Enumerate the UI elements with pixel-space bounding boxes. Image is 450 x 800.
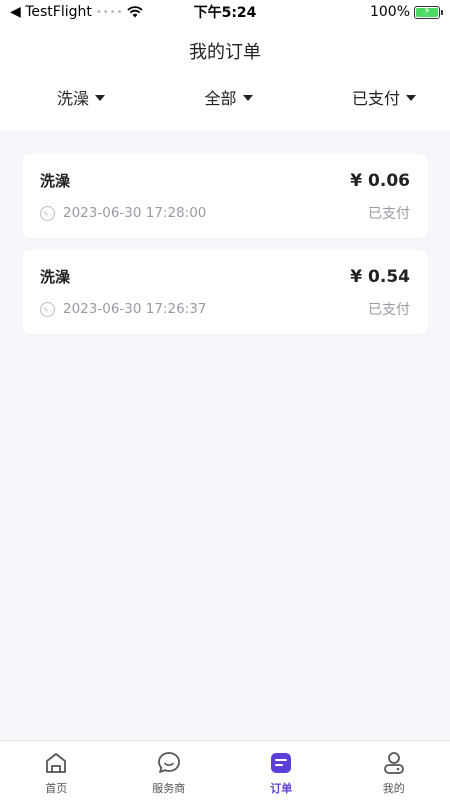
clock-icon xyxy=(40,205,55,221)
order-icon xyxy=(268,750,294,776)
order-list: 洗澡 ¥ 0.06 2023-06-30 17:28:00 已支付 洗澡 ¥ 0… xyxy=(0,130,450,334)
tab-home[interactable]: 首页 xyxy=(16,750,96,800)
back-to-app-link[interactable]: ◀ TestFlight xyxy=(10,4,92,20)
order-time: 2023-06-30 17:26:37 xyxy=(63,301,207,317)
filter-label: 洗澡 xyxy=(57,89,90,108)
order-status: 已支付 xyxy=(368,206,410,222)
tab-orders[interactable]: 订单 xyxy=(241,750,321,800)
tab-label: 订单 xyxy=(270,782,293,795)
battery-percent: 100% xyxy=(369,4,410,20)
order-price: ¥ 0.06 xyxy=(350,170,410,191)
header-area: ◀ TestFlight •••• 下午5:24 100% ⚡ 我的订单 洗澡 xyxy=(0,0,450,130)
order-service-name: 洗澡 xyxy=(40,172,71,190)
filter-range[interactable]: 全部 xyxy=(204,85,253,109)
status-time: 下午5:24 xyxy=(193,5,257,21)
page-title: 我的订单 xyxy=(189,42,261,63)
caret-down-icon xyxy=(242,94,253,101)
order-service-name: 洗澡 xyxy=(40,268,71,286)
clock-icon xyxy=(40,301,55,317)
tab-bar: 首页 服务商 订单 我的 xyxy=(0,740,450,800)
tab-label: 我的 xyxy=(382,782,405,795)
home-icon xyxy=(43,750,69,776)
caret-down-icon xyxy=(95,94,106,101)
order-status: 已支付 xyxy=(368,302,410,318)
charging-bolt-icon: ⚡ xyxy=(423,6,431,17)
chat-bubble-icon xyxy=(156,750,182,776)
signal-icon: •••• xyxy=(95,6,124,18)
order-price: ¥ 0.54 xyxy=(350,266,410,287)
wifi-icon xyxy=(127,6,144,18)
battery-icon: ⚡ xyxy=(414,5,443,19)
tab-label: 首页 xyxy=(45,782,68,795)
status-bar: ◀ TestFlight •••• 下午5:24 100% ⚡ xyxy=(0,0,450,24)
status-right: 100% ⚡ xyxy=(369,4,443,20)
order-card[interactable]: 洗澡 ¥ 0.54 2023-06-30 17:26:37 已支付 xyxy=(22,250,428,334)
filter-bar: 洗澡 全部 已支付 xyxy=(0,82,450,112)
caret-down-icon xyxy=(405,94,416,101)
tab-providers[interactable]: 服务商 xyxy=(129,750,209,800)
status-left: ◀ TestFlight •••• xyxy=(10,4,144,20)
filter-payment-status[interactable]: 已支付 xyxy=(352,85,416,109)
order-time: 2023-06-30 17:28:00 xyxy=(63,205,207,221)
tab-profile[interactable]: 我的 xyxy=(354,750,434,800)
filter-service-type[interactable]: 洗澡 xyxy=(57,85,106,109)
tab-label: 服务商 xyxy=(152,782,186,795)
filter-label: 全部 xyxy=(204,89,237,108)
order-card[interactable]: 洗澡 ¥ 0.06 2023-06-30 17:28:00 已支付 xyxy=(22,154,428,238)
profile-icon xyxy=(381,750,407,776)
filter-label: 已支付 xyxy=(351,89,400,108)
